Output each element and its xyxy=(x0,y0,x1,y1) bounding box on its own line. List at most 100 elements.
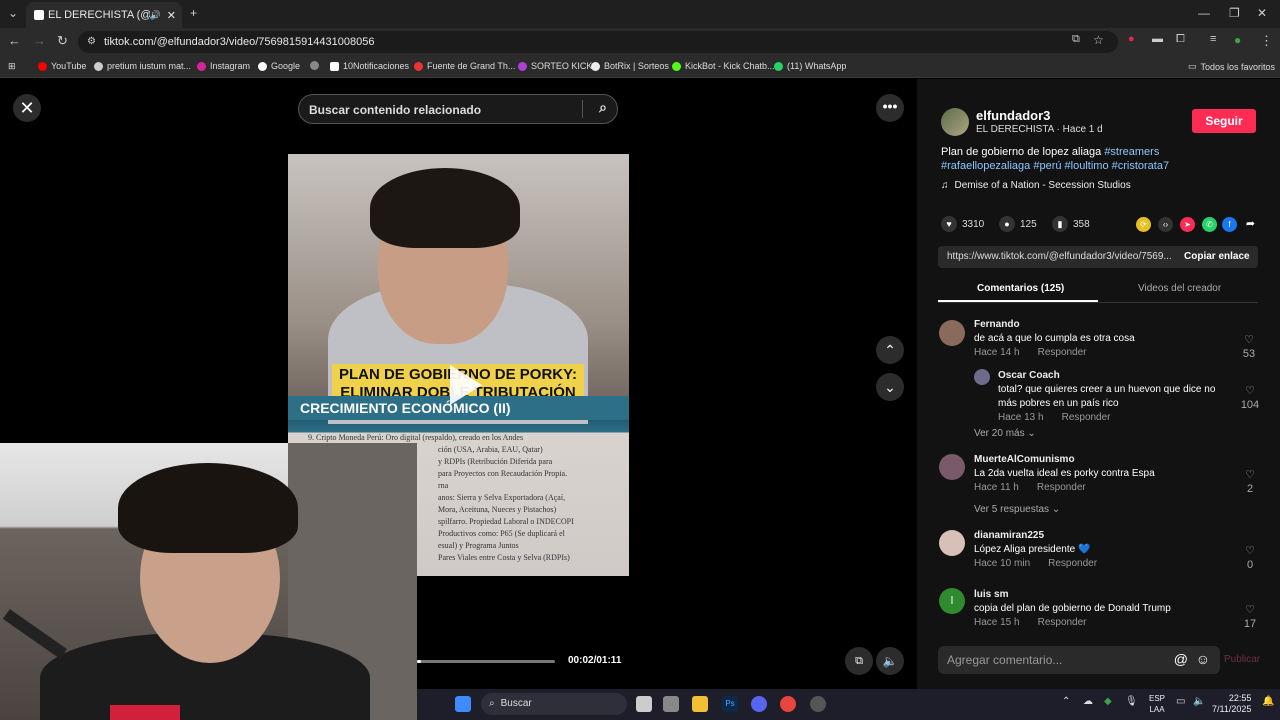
comment-like[interactable]: ♡ 17 xyxy=(1238,603,1262,631)
follow-button[interactable]: Seguir xyxy=(1192,109,1256,133)
send-icon[interactable]: ➤ xyxy=(1180,217,1195,232)
reply-button[interactable]: Responder xyxy=(1038,617,1087,628)
close-tab-icon[interactable]: ✕ xyxy=(167,9,176,22)
new-tab-icon[interactable]: + xyxy=(190,6,197,20)
bookmark-botrix[interactable]: BotRix | Sorteos xyxy=(591,61,669,71)
bookmark-google[interactable]: Google xyxy=(258,61,300,71)
microphone-icon[interactable]: 🎙 xyxy=(1125,696,1141,712)
emoji-icon[interactable]: ☺ xyxy=(1196,651,1210,667)
all-favorites-folder[interactable]: ▭ Todos los favoritos xyxy=(1188,61,1275,72)
music-track[interactable]: ♫ Demise of a Nation - Secession Studios xyxy=(941,180,1131,191)
comment-like[interactable]: ♡ 0 xyxy=(1238,544,1262,572)
avatar[interactable] xyxy=(939,530,965,556)
tab-list-chevron-icon[interactable]: ⌄ xyxy=(8,6,18,20)
bookmark-star-icon[interactable]: ☆ xyxy=(1093,33,1104,47)
bookmark-globe[interactable] xyxy=(310,61,323,70)
share-arrow-icon[interactable]: ➦ xyxy=(1243,217,1258,232)
url-field[interactable]: tiktok.com/@elfundador3/video/7569815914… xyxy=(78,31,1118,53)
avatar[interactable] xyxy=(939,454,965,480)
bookmark-instagram[interactable]: Instagram xyxy=(197,61,250,71)
previous-video-button[interactable]: ⌃ xyxy=(876,336,904,364)
install-app-icon[interactable]: ⧉ xyxy=(1072,33,1080,46)
hashtag-link[interactable]: #streamers xyxy=(1104,146,1159,158)
comment-like[interactable]: ♡ 2 xyxy=(1238,468,1262,496)
creator-avatar[interactable] xyxy=(941,108,969,136)
comment-button[interactable]: ● 125 xyxy=(999,216,1037,232)
avatar[interactable] xyxy=(939,320,965,346)
tray-chevron-icon[interactable]: ⌃ xyxy=(1062,696,1078,712)
bookmark-sorteo-kick[interactable]: SORTEO KICK xyxy=(518,61,592,71)
file-app-icon[interactable] xyxy=(663,696,679,712)
taskbar-search[interactable]: ⌕ Buscar xyxy=(481,693,627,715)
bookmark-pretium[interactable]: pretium iustum mat... xyxy=(94,61,191,71)
comment-like[interactable]: ♡ 53 xyxy=(1237,333,1261,361)
reply-button[interactable]: Responder xyxy=(1048,558,1097,569)
comment-like[interactable]: ♡ 104 xyxy=(1238,384,1262,412)
comment-author[interactable]: Oscar Coach xyxy=(998,369,1230,383)
search-icon[interactable]: ⌕ xyxy=(599,99,607,116)
discord-icon[interactable] xyxy=(751,696,767,712)
play-icon[interactable] xyxy=(450,365,482,405)
reload-icon[interactable]: ↻ xyxy=(57,33,68,49)
copy-link-button[interactable]: Copiar enlace xyxy=(1184,251,1250,262)
save-button[interactable]: ▮ 358 xyxy=(1052,216,1090,232)
comment-author[interactable]: MuerteAlComunismo xyxy=(974,453,1224,467)
forward-icon[interactable]: → xyxy=(33,33,46,48)
related-search-input[interactable]: Buscar contenido relacionado ⌕ xyxy=(298,94,618,124)
tab-comments[interactable]: Comentarios (125) xyxy=(977,283,1064,294)
bookmark-whatsapp[interactable]: (11) WhatsApp xyxy=(774,61,846,71)
bookmark-10notificaciones[interactable]: 10Notificaciones xyxy=(330,61,409,71)
apps-grid-icon[interactable]: ⊞ xyxy=(8,61,16,72)
next-video-button[interactable]: ⌄ xyxy=(876,373,904,401)
close-player-button[interactable]: ✕ xyxy=(13,94,41,122)
video-progress-bar[interactable] xyxy=(417,660,555,663)
reply-button[interactable]: Responder xyxy=(1062,412,1111,423)
onedrive-icon[interactable]: ☁ xyxy=(1083,696,1099,712)
extension-red-icon[interactable]: ● xyxy=(1128,33,1135,45)
back-icon[interactable]: ← xyxy=(8,33,21,48)
photoshop-icon[interactable]: Ps xyxy=(722,696,738,712)
comment-author[interactable]: Fernando xyxy=(974,318,1224,332)
floating-player-button[interactable]: ⧉ xyxy=(845,647,873,675)
network-icon[interactable]: ▭ xyxy=(1176,696,1192,712)
minimize-icon[interactable]: — xyxy=(1198,6,1210,20)
extensions-puzzle-icon[interactable]: ⧠ xyxy=(1176,33,1185,46)
like-button[interactable]: ♥ 3310 xyxy=(941,216,984,232)
whatsapp-share-icon[interactable]: ✆ xyxy=(1202,217,1217,232)
task-view-icon[interactable] xyxy=(636,696,652,712)
creator-username[interactable]: elfundador3 xyxy=(976,108,1050,123)
volume-button[interactable]: 🔈 xyxy=(876,647,904,675)
facebook-share-icon[interactable]: f xyxy=(1222,217,1237,232)
chrome-icon[interactable] xyxy=(780,696,796,712)
comment-author[interactable]: dianamiran225 xyxy=(974,529,1224,543)
site-info-icon[interactable]: ⚙ xyxy=(87,36,96,47)
notifications-icon[interactable]: 🔔 xyxy=(1262,696,1278,712)
app-icon[interactable] xyxy=(810,696,826,712)
comment-input[interactable]: Agregar comentario... @ ☺ xyxy=(938,646,1220,674)
comment-author[interactable]: luis sm xyxy=(974,588,1224,602)
reply-button[interactable]: Responder xyxy=(1038,347,1087,358)
browser-menu-icon[interactable]: ⋮ xyxy=(1260,33,1273,49)
profile-avatar-icon[interactable]: ● xyxy=(1234,33,1241,47)
view-replies[interactable]: Ver 5 respuestas ⌄ xyxy=(974,504,1060,515)
extension-card-icon[interactable]: ▬ xyxy=(1152,33,1163,45)
close-window-icon[interactable]: ✕ xyxy=(1257,6,1267,20)
embed-icon[interactable]: ‹› xyxy=(1158,217,1173,232)
publish-button[interactable]: Publicar xyxy=(1224,654,1260,665)
view-more-replies[interactable]: Ver 20 más ⌄ xyxy=(974,428,1036,439)
bookmark-youtube[interactable]: YouTube xyxy=(38,61,86,71)
windows-start-icon[interactable] xyxy=(455,696,471,712)
file-explorer-icon[interactable] xyxy=(692,696,708,712)
bookmark-kickbot[interactable]: KickBot - Kick Chatb... xyxy=(672,61,775,71)
audio-icon[interactable]: 🔊 xyxy=(150,10,161,21)
hashtag-links[interactable]: #rafaellopezaliaga #perú #loultimo #cris… xyxy=(941,160,1169,172)
tab-creator-videos[interactable]: Videos del creador xyxy=(1138,283,1221,294)
system-clock[interactable]: 22:55 7/11/2025 xyxy=(1212,693,1251,715)
more-options-button[interactable]: ••• xyxy=(876,94,904,122)
avatar[interactable] xyxy=(974,369,990,385)
security-icon[interactable]: ◆ xyxy=(1104,696,1120,712)
repost-icon[interactable]: ⟳ xyxy=(1136,217,1151,232)
bookmark-grand-theft[interactable]: Fuente de Grand Th... xyxy=(414,61,515,71)
mention-icon[interactable]: @ xyxy=(1174,651,1188,667)
volume-icon[interactable]: 🔈 xyxy=(1193,696,1209,712)
